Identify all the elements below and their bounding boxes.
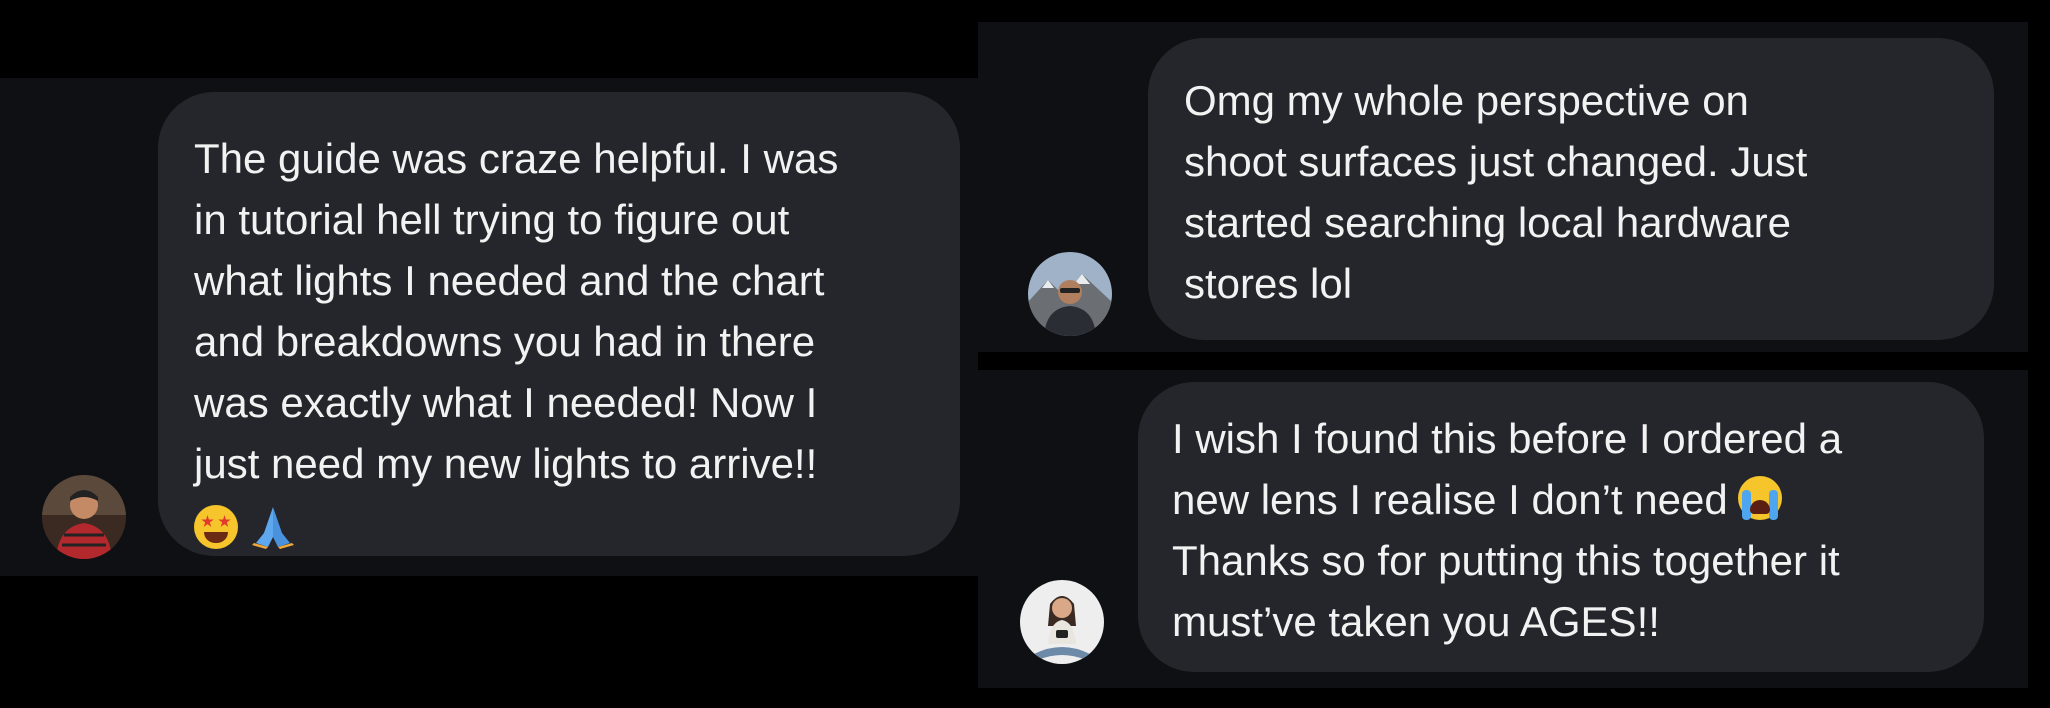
message-bubble-1: The guide was craze helpful. I was in tu… bbox=[158, 92, 960, 556]
message-line-text: new lens I realise I don’t need bbox=[1172, 476, 1728, 523]
message-line: what lights I needed and the chart bbox=[194, 257, 825, 304]
message-line: and breakdowns you had in there bbox=[194, 318, 816, 365]
conversation-panel-1: The guide was craze helpful. I was in tu… bbox=[0, 78, 978, 576]
conversation-panel-3: I wish I found this before I ordered a n… bbox=[978, 370, 2028, 688]
emoji-line bbox=[194, 498, 930, 559]
avatar-woman-sitting-image bbox=[1020, 580, 1104, 664]
message-line: started searching local hardware bbox=[1184, 199, 1791, 246]
message-line: The guide was craze helpful. I was bbox=[194, 135, 839, 182]
user-avatar-3[interactable] bbox=[1020, 580, 1104, 664]
message-line: Omg my whole perspective on bbox=[1184, 77, 1749, 124]
message-line-with-emoji: new lens I realise I don’t need bbox=[1172, 469, 1954, 530]
avatar-man-red-jacket-image bbox=[42, 475, 126, 559]
star-struck-emoji-icon bbox=[194, 505, 238, 549]
message-line: must’ve taken you AGES!! bbox=[1172, 598, 1660, 645]
avatar-man-mountains-image bbox=[1028, 252, 1112, 336]
conversation-panel-2: Omg my whole perspective on shoot surfac… bbox=[978, 22, 2028, 352]
message-bubble-3: I wish I found this before I ordered a n… bbox=[1138, 382, 1984, 672]
message-bubble-2: Omg my whole perspective on shoot surfac… bbox=[1148, 38, 1994, 340]
message-line: shoot surfaces just changed. Just bbox=[1184, 138, 1808, 185]
message-line: Thanks so for putting this together it bbox=[1172, 537, 1840, 584]
user-avatar-1[interactable] bbox=[42, 475, 126, 559]
user-avatar-2[interactable] bbox=[1028, 252, 1112, 336]
message-line: was exactly what I needed! Now I bbox=[194, 379, 818, 426]
message-line: I wish I found this before I ordered a bbox=[1172, 415, 1843, 462]
message-line: just need my new lights to arrive!! bbox=[194, 440, 818, 487]
message-line: in tutorial hell trying to figure out bbox=[194, 196, 790, 243]
loudly-crying-emoji-icon bbox=[1737, 476, 1782, 520]
message-line: stores lol bbox=[1184, 260, 1353, 307]
folded-hands-emoji-icon bbox=[252, 507, 294, 549]
